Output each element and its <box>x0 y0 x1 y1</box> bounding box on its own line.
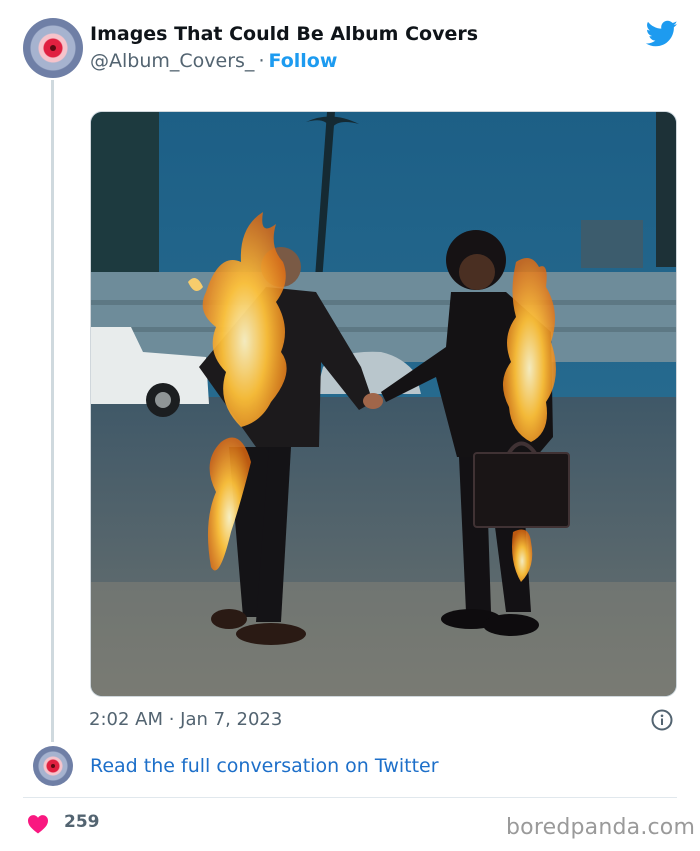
info-icon[interactable] <box>651 709 673 731</box>
author-avatar[interactable] <box>23 18 83 78</box>
twitter-bird-icon[interactable] <box>646 20 678 48</box>
follow-link[interactable]: Follow <box>268 50 337 72</box>
footer-divider <box>23 797 677 798</box>
embedded-tweet-card: Images That Could Be Album Covers @Album… <box>0 0 700 851</box>
heart-icon[interactable] <box>27 814 49 834</box>
thread-line <box>51 80 54 742</box>
author-handle[interactable]: @Album_Covers_ <box>90 50 254 72</box>
burning-men-handshake-image <box>91 112 676 696</box>
read-full-conversation-link[interactable]: Read the full conversation on Twitter <box>90 755 439 777</box>
reply-avatar[interactable] <box>33 746 73 786</box>
handle-separator: · <box>258 50 265 72</box>
handle-row: @Album_Covers_ · Follow <box>90 50 337 72</box>
boredpanda-watermark: boredpanda.com <box>506 815 696 840</box>
tweet-photo[interactable] <box>90 111 677 697</box>
author-name[interactable]: Images That Could Be Album Covers <box>90 23 478 45</box>
tweet-timestamp[interactable]: 2:02 AM · Jan 7, 2023 <box>89 709 282 730</box>
like-count[interactable]: 259 <box>64 812 100 832</box>
